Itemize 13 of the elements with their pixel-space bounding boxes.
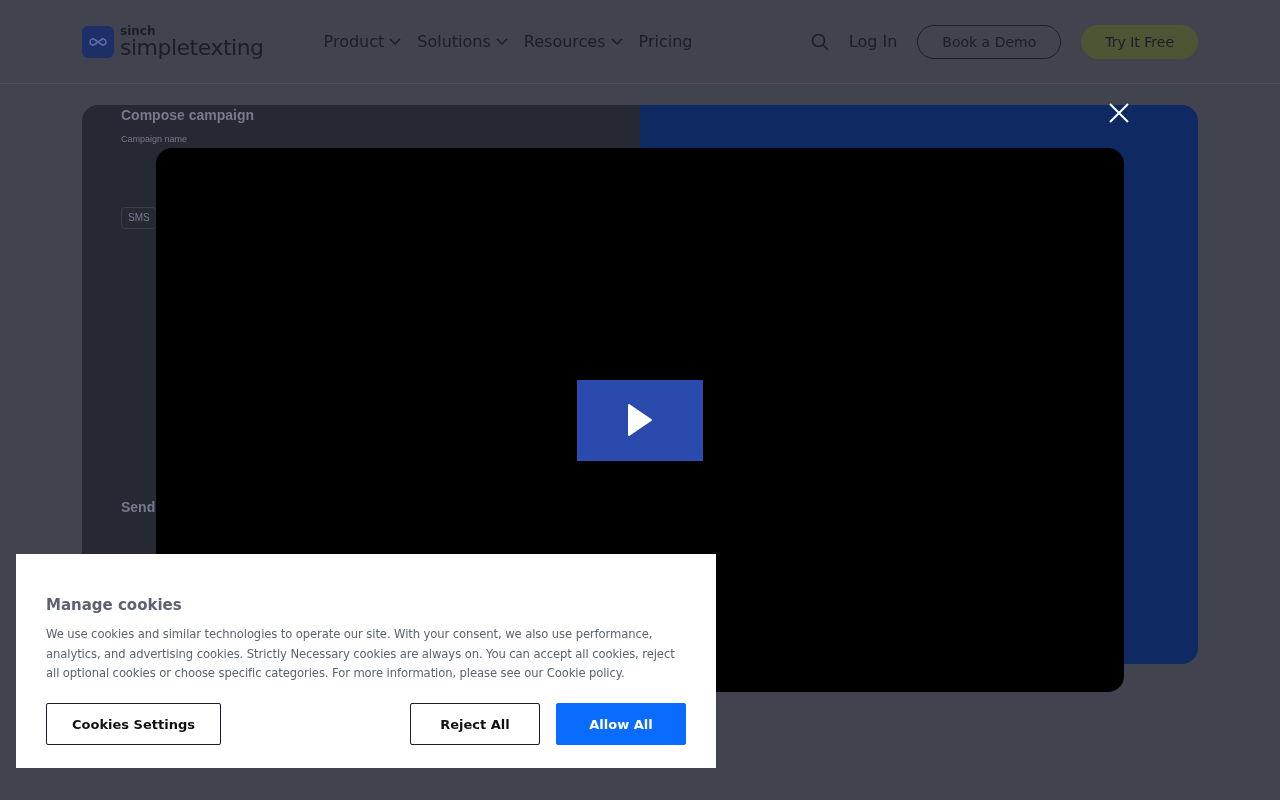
- play-button[interactable]: [577, 379, 703, 461]
- banner-title: Manage cookies: [46, 596, 183, 614]
- close-icon[interactable]: [1108, 102, 1130, 124]
- field-label: Campaign name: [121, 134, 188, 145]
- play-icon: [627, 403, 653, 437]
- reject-button[interactable]: Reject All: [410, 703, 540, 746]
- settings-button[interactable]: Cookies Settings: [46, 703, 221, 746]
- section-heading: Send: [121, 499, 156, 515]
- banner-text: We use cookies and similar technologies to operate our site. With your consent, we also use performance, analytics, and advertising cookies. Strictly Necessary cookies are always on. You can accept all cookies, reject all optional cookies or choose specific categories. For more information, please see our Cookie policy.: [46, 626, 676, 683]
- logo-icon: [82, 25, 114, 58]
- accept-button[interactable]: Allow All: [556, 703, 686, 746]
- app-preview-title: Compose campaign: [121, 107, 255, 123]
- try-free-button[interactable]: Try It Free: [1081, 24, 1198, 59]
